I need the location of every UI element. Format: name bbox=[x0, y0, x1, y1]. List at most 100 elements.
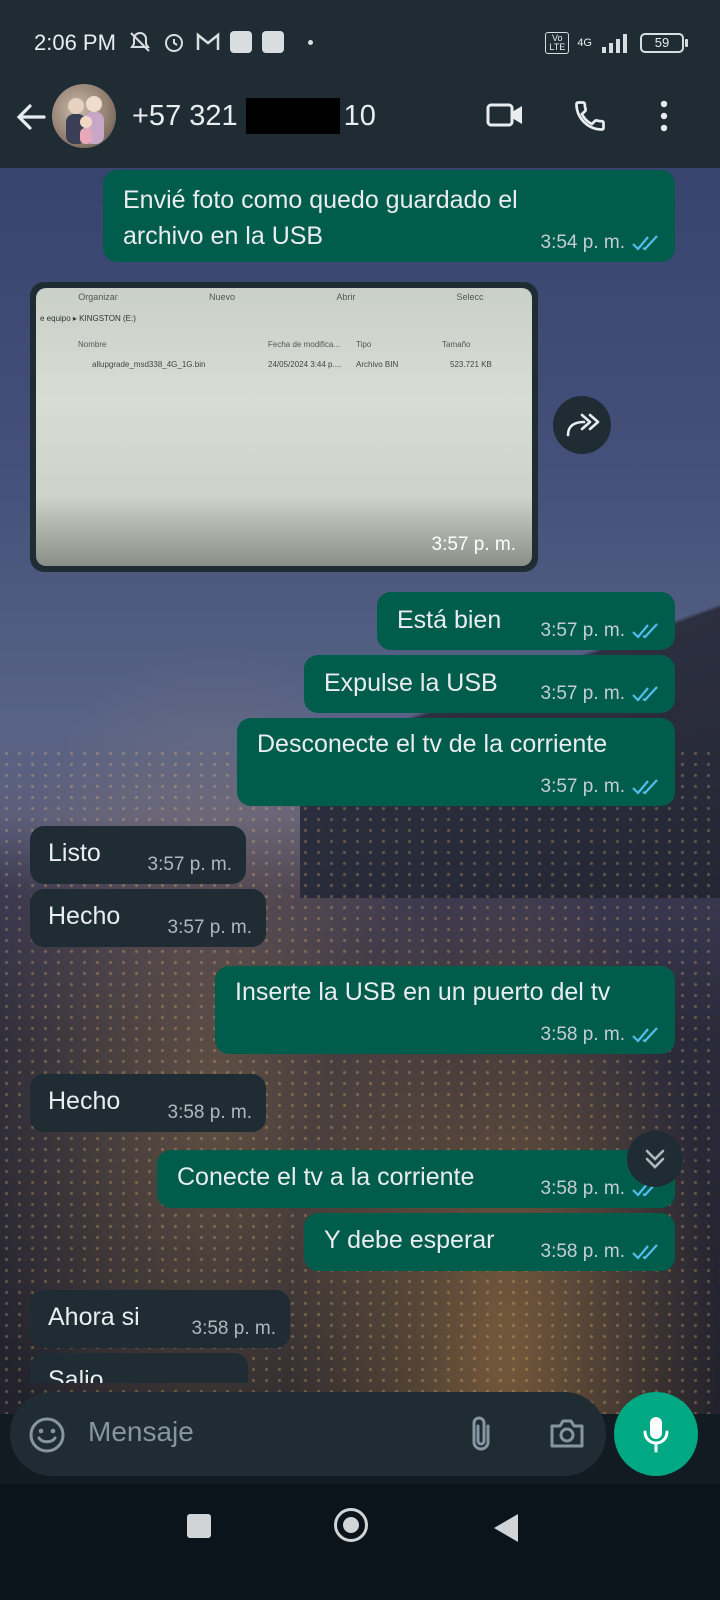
attach-icon[interactable] bbox=[468, 1414, 494, 1454]
status-notification-icons bbox=[128, 30, 313, 54]
volte-icon: Vo LTE bbox=[545, 32, 570, 54]
message-time: 3:57 p. m. bbox=[540, 776, 626, 797]
message-text: Expulse la USB bbox=[324, 669, 498, 697]
photo-text: Abrir bbox=[336, 292, 356, 302]
network-type: 4G bbox=[577, 37, 592, 49]
message-text: Listo bbox=[48, 839, 101, 867]
message-time: 3:57 p. m. bbox=[167, 917, 253, 938]
message-time: 3:57 p. m. bbox=[540, 620, 626, 641]
message-text: Está bien bbox=[397, 606, 502, 634]
voice-message-button[interactable] bbox=[614, 1392, 698, 1476]
message-text: Y debe esperar bbox=[324, 1226, 495, 1254]
message-text: Salio bbox=[48, 1366, 104, 1383]
photo-col: Tipo bbox=[356, 340, 372, 349]
back-button[interactable] bbox=[494, 1514, 518, 1542]
message-bubble-outgoing[interactable]: Inserte la USB en un puerto del tv 3:58 … bbox=[215, 966, 675, 1054]
message-image-incoming[interactable]: Organizar Nuevo Abrir Selecc e equipo ▸ … bbox=[30, 282, 538, 572]
battery-icon: 59 bbox=[640, 33, 688, 53]
system-nav-bar bbox=[0, 1484, 720, 1600]
double-check-read-icon bbox=[632, 686, 658, 702]
bell-off-icon bbox=[130, 31, 150, 52]
photo-cell: 24/05/2024 3:44 p.... bbox=[268, 360, 342, 369]
forward-icon bbox=[566, 413, 600, 437]
message-text: Conecte el tv a la corriente bbox=[177, 1163, 475, 1191]
more-notifications-dot bbox=[308, 39, 313, 45]
battery-level: 59 bbox=[654, 35, 670, 50]
forward-button[interactable] bbox=[553, 396, 611, 454]
message-meta: 3:57 p. m. bbox=[148, 854, 233, 876]
message-bubble-outgoing[interactable]: Envié foto como quedo guardado el archiv… bbox=[103, 170, 675, 262]
message-text: Hecho bbox=[48, 1087, 121, 1115]
double-check-read-icon bbox=[632, 779, 658, 795]
message-bubble-outgoing[interactable]: Está bien 3:57 p. m. bbox=[377, 592, 675, 650]
photo-text: Selecc bbox=[456, 292, 484, 302]
message-bubble-incoming[interactable]: Salio bbox=[30, 1353, 248, 1383]
message-text: Ahora si bbox=[48, 1303, 140, 1331]
message-meta: 3:58 p. m. bbox=[192, 1318, 277, 1340]
contact-number-suffix: 10 bbox=[343, 99, 376, 132]
message-bubble-outgoing[interactable]: Y debe esperar 3:58 p. m. bbox=[304, 1213, 675, 1271]
signal-icon bbox=[602, 34, 627, 53]
message-meta: 3:57 p. m. bbox=[541, 620, 662, 642]
redaction-bar bbox=[245, 98, 340, 134]
contact-title[interactable]: +57 321 10 bbox=[132, 98, 376, 134]
double-check-read-icon bbox=[632, 1244, 658, 1260]
message-text: Hecho bbox=[48, 902, 121, 930]
message-meta: 3:57 p. m. bbox=[541, 683, 662, 705]
contact-avatar[interactable] bbox=[52, 84, 116, 148]
message-bubble-incoming[interactable]: Ahora si 3:58 p. m. bbox=[30, 1290, 290, 1348]
message-bubble-outgoing[interactable]: Desconecte el tv de la corriente 3:57 p.… bbox=[237, 718, 675, 806]
message-time: 3:58 p. m. bbox=[540, 1178, 626, 1199]
message-meta: 3:58 p. m. bbox=[541, 1024, 662, 1046]
photo-col: Fecha de modifica... bbox=[268, 340, 341, 349]
camera-icon[interactable] bbox=[548, 1416, 586, 1450]
photo-col: Tamaño bbox=[442, 340, 471, 349]
emoji-icon[interactable] bbox=[28, 1416, 66, 1454]
message-text: Inserte la USB en un puerto del tv bbox=[235, 978, 611, 1006]
photo-text: Nuevo bbox=[208, 292, 235, 302]
chat-header: +57 321 10 bbox=[0, 78, 720, 168]
message-bubble-incoming[interactable]: Hecho 3:58 p. m. bbox=[30, 1074, 266, 1132]
photo-cell: Archivo BIN bbox=[356, 360, 399, 369]
message-bubble-outgoing[interactable]: Conecte el tv a la corriente 3:58 p. m. bbox=[157, 1150, 675, 1208]
app-notification-icon bbox=[230, 31, 252, 53]
message-time: 3:57 p. m. bbox=[431, 534, 517, 555]
microphone-icon bbox=[643, 1417, 669, 1453]
message-meta: 3:58 p. m. bbox=[168, 1102, 253, 1124]
message-meta: 3:58 p. m. bbox=[541, 1241, 662, 1263]
scroll-to-bottom-button[interactable] bbox=[627, 1131, 683, 1187]
message-text: Desconecte el tv de la corriente bbox=[257, 730, 608, 758]
double-check-read-icon bbox=[632, 235, 658, 251]
message-input[interactable]: Mensaje bbox=[88, 1416, 194, 1448]
back-arrow-icon[interactable] bbox=[14, 100, 48, 134]
contact-number-prefix: +57 321 bbox=[132, 99, 238, 132]
message-time: 3:58 p. m. bbox=[167, 1102, 253, 1123]
photo-path: e equipo ▸ KINGSTON (E:) bbox=[40, 314, 136, 323]
status-system-icons: Vo LTE 4G 59 bbox=[545, 32, 688, 54]
message-meta: 3:57 p. m. bbox=[168, 917, 253, 939]
double-check-read-icon bbox=[632, 1027, 658, 1043]
status-bar: 2:06 PM Vo LTE 4G 59 bbox=[0, 0, 720, 88]
photo-cell: 523.721 KB bbox=[450, 360, 492, 369]
home-button[interactable] bbox=[334, 1508, 368, 1542]
message-time: 3:54 p. m. bbox=[540, 232, 626, 253]
message-bubble-incoming[interactable]: Hecho 3:57 p. m. bbox=[30, 889, 266, 947]
recent-apps-button[interactable] bbox=[187, 1514, 211, 1538]
phone-call-icon[interactable] bbox=[572, 98, 608, 134]
double-check-read-icon bbox=[632, 623, 658, 639]
message-meta: 3:54 p. m. bbox=[541, 232, 662, 254]
gmail-icon bbox=[196, 32, 220, 50]
app-notification-icon bbox=[262, 31, 284, 53]
photo-toolbar: Organizar Nuevo Abrir Selecc bbox=[36, 292, 532, 306]
photo-text: Organizar bbox=[78, 292, 118, 302]
message-time: 3:58 p. m. bbox=[540, 1024, 626, 1045]
message-time: 3:57 p. m. bbox=[540, 683, 626, 704]
photo-cell: allupgrade_msd338_4G_1G.bin bbox=[92, 360, 206, 369]
video-call-icon[interactable] bbox=[486, 98, 526, 132]
message-time: 3:58 p. m. bbox=[191, 1318, 277, 1339]
message-text: Envié foto como quedo guardado el archiv… bbox=[123, 186, 518, 250]
message-bubble-outgoing[interactable]: Expulse la USB 3:57 p. m. bbox=[304, 655, 675, 713]
file-explorer-photo: Organizar Nuevo Abrir Selecc e equipo ▸ … bbox=[36, 288, 532, 566]
more-options-icon[interactable] bbox=[652, 98, 676, 134]
message-bubble-incoming[interactable]: Listo 3:57 p. m. bbox=[30, 826, 246, 884]
